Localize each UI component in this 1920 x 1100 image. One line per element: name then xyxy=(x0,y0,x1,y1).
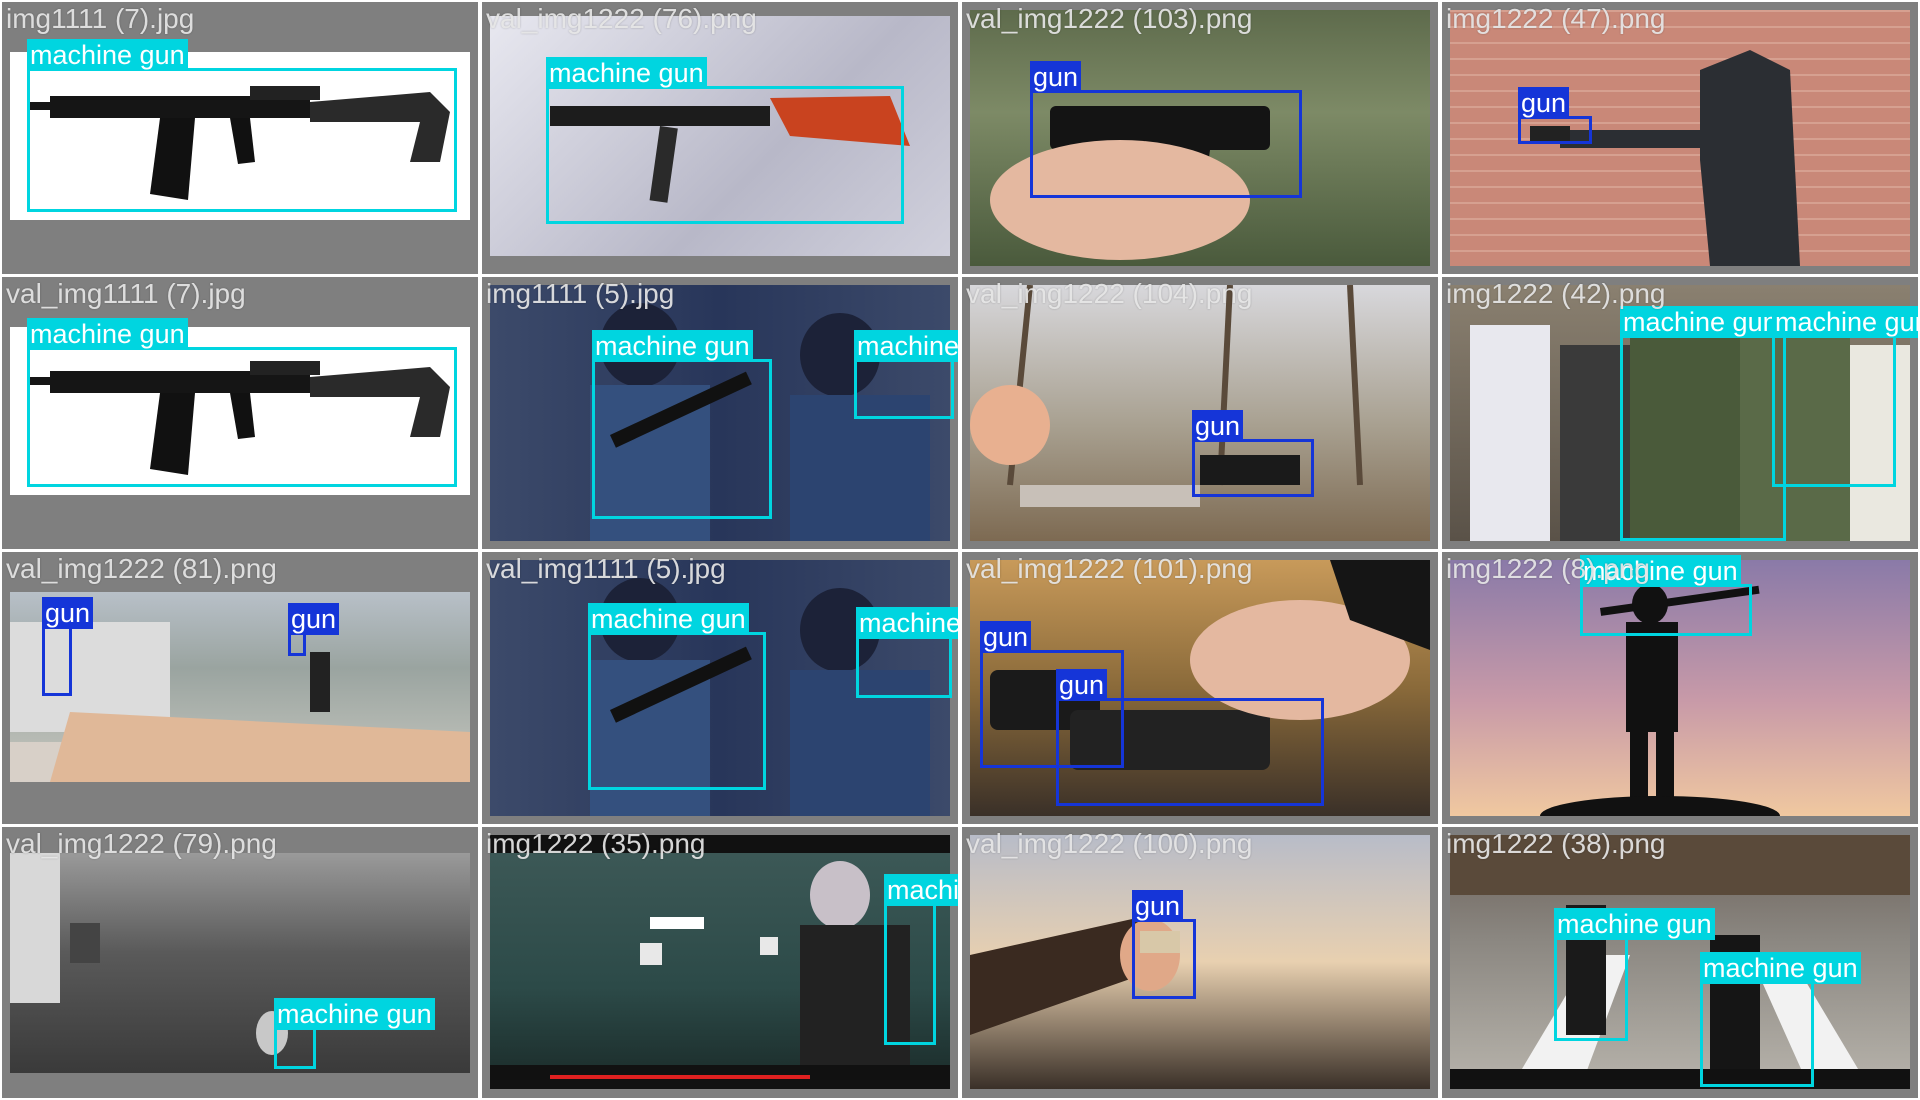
detection-box-machine-gun: machine gun xyxy=(27,39,457,212)
detection-box-machine-gun: machine gun xyxy=(27,318,457,487)
tile-filename: val_img1111 (7).jpg xyxy=(6,278,246,309)
detection-label: machine gun xyxy=(27,39,188,71)
tile-16: machine gun machine gun img1222 (38).png xyxy=(1442,827,1918,1098)
tile-filename: img1222 (38).png xyxy=(1446,828,1666,859)
tile-filename: val_img1222 (104).png xyxy=(966,278,1253,309)
detection-label: machine gun xyxy=(884,874,958,906)
tile-3: gun val_img1222 (103).png xyxy=(962,2,1438,274)
detection-box-gun: gun xyxy=(288,603,340,656)
detection-label: machine gun xyxy=(1772,306,1918,338)
tile-filename: val_img1222 (76).png xyxy=(486,3,757,34)
tile-filename: val_img1222 (81).png xyxy=(6,553,277,584)
tile-1: machine gun img1111 (7).jpg xyxy=(2,2,478,274)
detection-box-machine-gun: machine gun xyxy=(1620,306,1786,541)
tile-8: machine gun machine gun img1222 (42).png xyxy=(1442,277,1918,549)
detection-label: gun xyxy=(288,603,340,635)
video-frame-image xyxy=(490,835,950,1089)
detection-box-machine-gun: machine gun xyxy=(854,330,958,419)
detection-label: gun xyxy=(1056,669,1108,701)
tile-filename: val_img1222 (100).png xyxy=(966,828,1253,859)
detection-label: machine gun xyxy=(592,330,753,362)
detection-label: machine gun xyxy=(274,998,435,1030)
tile-11: gun gun val_img1222 (101).png xyxy=(962,552,1438,824)
tile-filename: val_img1111 (5).jpg xyxy=(486,553,726,584)
detection-box-gun: gun xyxy=(42,597,94,696)
detection-box-machine-gun: machine gun xyxy=(592,330,772,519)
tile-image xyxy=(10,853,470,1073)
detection-label: gun xyxy=(42,597,94,629)
detection-box-gun: gun xyxy=(1132,890,1196,999)
tile-9: gun gun val_img1222 (81).png xyxy=(2,552,478,824)
detection-label: gun xyxy=(1132,890,1184,922)
detection-box-gun: gun xyxy=(1518,87,1592,144)
detection-label: gun xyxy=(980,621,1032,653)
detection-box-machine-gun: machine gun xyxy=(1772,306,1918,487)
detection-label: gun xyxy=(1030,61,1082,93)
tile-filename: val_img1222 (101).png xyxy=(966,553,1253,584)
tile-image xyxy=(490,835,950,1089)
detection-box-gun: gun xyxy=(1030,61,1302,198)
tile-filename: img1111 (7).jpg xyxy=(6,3,195,34)
detection-box-machine-gun: machine gun xyxy=(588,603,766,790)
tile-12: machine gun img1222 (8).png xyxy=(1442,552,1918,824)
tile-filename: img1111 (5).jpg xyxy=(486,278,675,309)
tile-4: gun img1222 (47).png xyxy=(1442,2,1918,274)
detection-label: gun xyxy=(1518,87,1570,119)
tile-filename: img1222 (42).png xyxy=(1446,278,1666,309)
detection-label: machine gun xyxy=(854,330,958,362)
detection-box-machine-gun: machine gun xyxy=(546,57,904,224)
tile-filename: val_img1222 (103).png xyxy=(966,3,1253,34)
tile-filename: img1222 (47).png xyxy=(1446,3,1666,34)
tile-6: machine gun machine gun img1111 (5).jpg xyxy=(482,277,958,549)
detection-label: machine gun xyxy=(588,603,749,635)
tile-15: gun val_img1222 (100).png xyxy=(962,827,1438,1098)
detection-results-grid: machine gun img1111 (7).jpg machine gun … xyxy=(0,0,1920,1100)
detection-label: machine gun xyxy=(546,57,707,89)
shooter-image xyxy=(970,915,1180,1035)
detection-box-machine-gun: machine gun xyxy=(274,998,435,1069)
tile-14: machine gun img1222 (35).png xyxy=(482,827,958,1098)
detection-label: machine gun xyxy=(1554,908,1715,940)
detection-box-gun: gun xyxy=(1192,410,1314,497)
cctv-image xyxy=(10,853,288,1055)
detection-box-machine-gun: machine gun xyxy=(1554,908,1715,1041)
detection-box-gun: gun xyxy=(1056,669,1324,806)
tile-filename: img1222 (35).png xyxy=(486,828,706,859)
detection-label: machine gun xyxy=(27,318,188,350)
detection-box-machine-gun: machine gun xyxy=(1700,952,1861,1087)
tile-13: machine gun val_img1222 (79).png xyxy=(2,827,478,1098)
detection-box-machine-gun: machine gun xyxy=(884,874,958,1045)
tile-10: machine gun machine gun val_img1111 (5).… xyxy=(482,552,958,824)
detection-box-machine-gun: machine gun xyxy=(1580,555,1752,636)
tile-image xyxy=(970,835,1430,1089)
detection-label: gun xyxy=(1192,410,1244,442)
tile-filename: img1222 (8).png xyxy=(1446,553,1650,584)
tile-7: gun val_img1222 (104).png xyxy=(962,277,1438,549)
detection-box-machine-gun: machine gun xyxy=(856,607,958,698)
detection-label: machine gun xyxy=(1700,952,1861,984)
detection-label: machine gun xyxy=(856,607,958,639)
tile-filename: val_img1222 (79).png xyxy=(6,828,277,859)
tile-2: machine gun val_img1222 (76).png xyxy=(482,2,958,274)
tile-5: machine gun val_img1111 (7).jpg xyxy=(2,277,478,549)
